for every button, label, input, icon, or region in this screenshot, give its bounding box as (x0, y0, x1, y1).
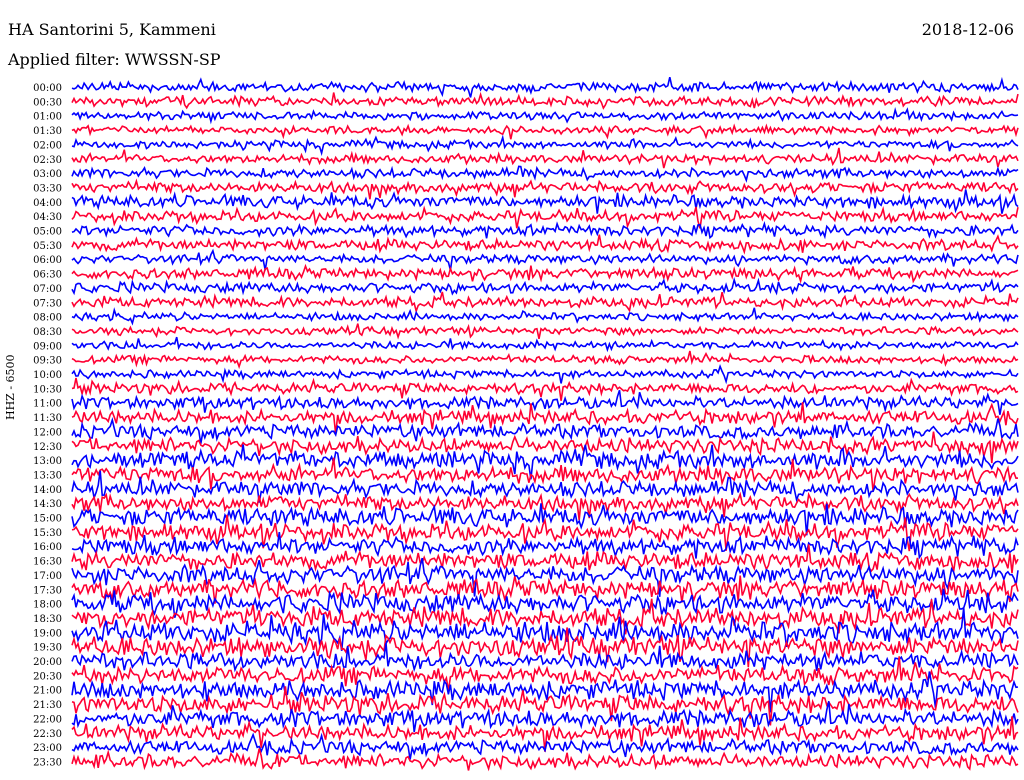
time-tick-label: 23:00 (33, 743, 62, 754)
time-tick-label: 15:30 (33, 528, 62, 539)
trace-line (71, 147, 1019, 169)
time-tick-label: 22:00 (33, 714, 62, 725)
time-tick-label: 09:00 (33, 341, 62, 352)
time-tick-label: 12:30 (33, 442, 62, 453)
trace-line (71, 389, 1019, 415)
time-tick-label: 14:00 (33, 485, 62, 496)
trace-line (71, 291, 1019, 314)
time-tick-label: 02:30 (33, 155, 62, 166)
trace-line (71, 514, 1019, 552)
time-tick-label: 01:30 (33, 126, 62, 137)
trace-line (71, 350, 1019, 370)
time-tick-label: 03:30 (33, 183, 62, 194)
trace-line (71, 276, 1019, 296)
time-tick-label: 01:00 (33, 112, 62, 123)
trace-line (71, 123, 1019, 140)
time-tick-label: 20:30 (33, 671, 62, 682)
time-tick-label: 07:30 (33, 298, 62, 309)
trace-line (71, 531, 1019, 560)
time-tick-label: 02:00 (33, 140, 62, 151)
time-tick-label: 10:30 (33, 384, 62, 395)
time-tick-label: 06:30 (33, 270, 62, 281)
trace-line (71, 248, 1019, 271)
time-tick-label: 12:00 (33, 427, 62, 438)
trace-line (71, 221, 1019, 240)
trace-line (71, 189, 1019, 214)
trace-line (71, 323, 1019, 340)
time-tick-label: 18:00 (33, 600, 62, 611)
time-tick-label: 10:00 (33, 370, 62, 381)
time-tick-label: 05:00 (33, 227, 62, 238)
trace-line (71, 178, 1019, 200)
trace-line (71, 76, 1019, 98)
time-tick-label: 07:00 (33, 284, 62, 295)
time-tick-label: 15:00 (33, 514, 62, 525)
trace-line (71, 91, 1019, 110)
trace-line (71, 263, 1019, 285)
time-tick-label: 05:30 (33, 241, 62, 252)
time-tick-label: 21:30 (33, 700, 62, 711)
time-tick-label: 23:30 (33, 757, 62, 768)
time-tick-label: 17:00 (33, 571, 62, 582)
time-tick-label: 11:30 (33, 413, 62, 424)
trace-line (71, 205, 1019, 229)
time-tick-label: 11:00 (33, 399, 62, 410)
time-tick-label: 18:30 (33, 614, 62, 625)
trace-line (71, 732, 1019, 760)
trace-line (71, 377, 1019, 401)
time-tick-label: 08:30 (33, 327, 62, 338)
time-tick-label: 16:30 (33, 557, 62, 568)
seismogram-plot: 00:00 00:30 01:00 01:30 02:00 02:30 03:00 03:30… (33, 76, 1019, 772)
trace-line (71, 336, 1019, 353)
trace-group (71, 76, 1019, 772)
time-tick-label: 04:30 (33, 212, 62, 223)
time-tick-label: 16:00 (33, 542, 62, 553)
time-tick-label: 08:00 (33, 313, 62, 324)
trace-line (71, 307, 1019, 326)
time-tick-label: 00:00 (33, 83, 62, 94)
time-tick-label: 14:30 (33, 499, 62, 510)
trace-line (71, 234, 1019, 255)
time-tick-label: 13:00 (33, 456, 62, 467)
time-tick-label: 21:00 (33, 686, 62, 697)
time-tick-label: 17:30 (33, 585, 62, 596)
trace-line (71, 364, 1019, 385)
time-tick-label: 13:30 (33, 470, 62, 481)
trace-line (71, 106, 1019, 125)
time-tick-label: 00:30 (33, 97, 62, 108)
time-tick-label: 03:00 (33, 169, 62, 180)
time-tick-label: 19:30 (33, 643, 62, 654)
time-tick-label: 22:30 (33, 729, 62, 740)
tick-label-group: 00:00 00:30 01:00 01:30 02:00 02:30 03:00 03:30… (33, 83, 62, 768)
time-tick-label: 19:00 (33, 628, 62, 639)
time-tick-label: 09:30 (33, 356, 62, 367)
time-tick-label: 06:00 (33, 255, 62, 266)
trace-line (71, 165, 1019, 183)
time-tick-label: 04:00 (33, 198, 62, 209)
trace-line (71, 134, 1019, 157)
time-tick-label: 20:00 (33, 657, 62, 668)
